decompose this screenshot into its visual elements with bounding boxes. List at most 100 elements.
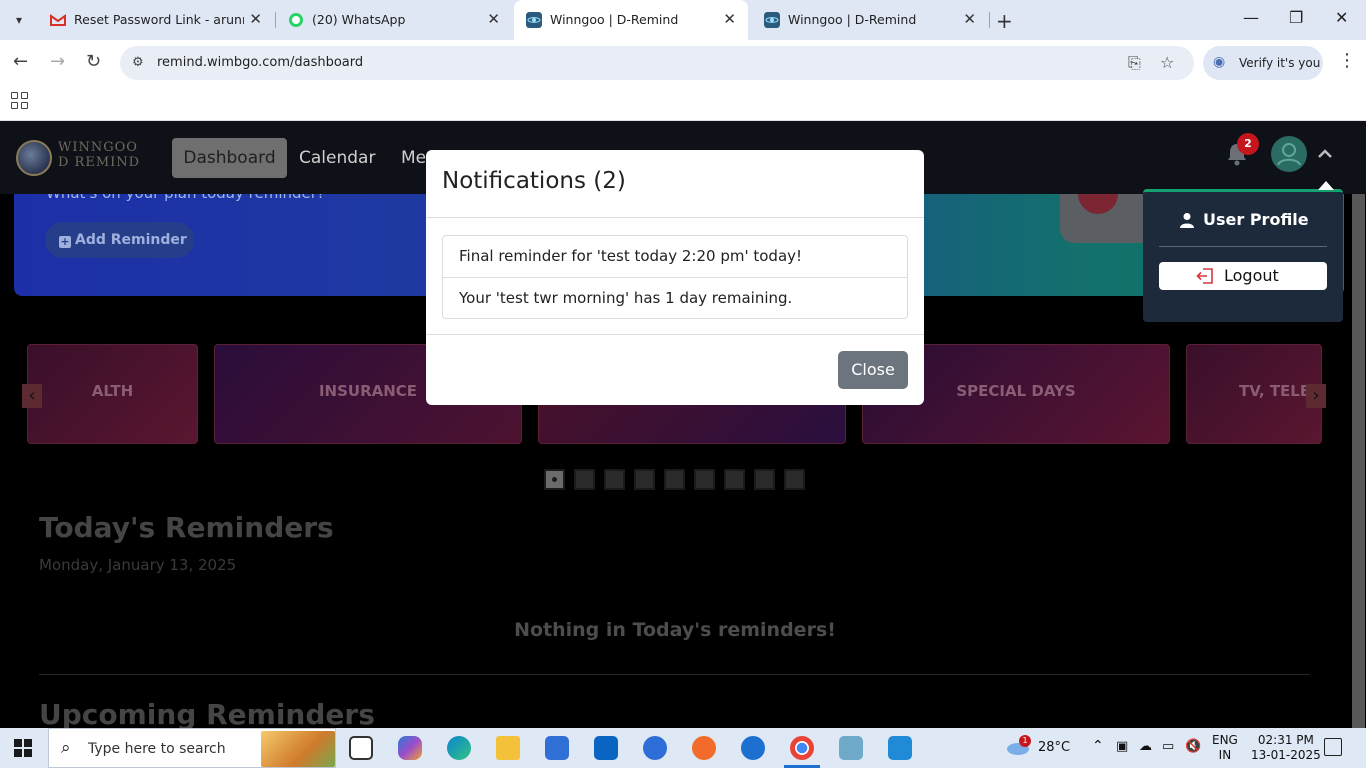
- carousel-dot[interactable]: [574, 469, 595, 490]
- tab-whatsapp[interactable]: (20) WhatsApp ✕: [276, 0, 512, 40]
- apps-grid-icon[interactable]: [11, 92, 28, 109]
- add-reminder-button[interactable]: + Add Reminder: [45, 222, 194, 258]
- forward-arrow-icon[interactable]: →: [50, 51, 65, 72]
- carousel-dot[interactable]: [544, 469, 565, 490]
- clock[interactable]: 02:31 PM 13-01-2025: [1251, 733, 1321, 763]
- todays-reminders-title: Today's Reminders: [39, 511, 334, 544]
- edge-icon[interactable]: [447, 736, 471, 760]
- tab-close-icon[interactable]: ✕: [723, 10, 736, 28]
- meet-icon[interactable]: ▣: [1116, 739, 1128, 754]
- site-info-icon[interactable]: ⚙: [132, 55, 144, 70]
- app-bird-icon[interactable]: [741, 736, 765, 760]
- carousel-next-icon[interactable]: ›: [1306, 384, 1326, 408]
- dropdown-caret: [1318, 181, 1334, 190]
- minimize-icon[interactable]: —: [1243, 8, 1259, 27]
- avatar[interactable]: [1271, 136, 1307, 172]
- tab-title: Reset Password Link - arunraj0: [74, 12, 244, 27]
- todays-date: Monday, January 13, 2025: [39, 556, 237, 574]
- outlook-icon[interactable]: [594, 736, 618, 760]
- notification-item[interactable]: Final reminder for 'test today 2:20 pm' …: [443, 236, 907, 277]
- windows-start-icon[interactable]: [14, 739, 32, 757]
- user-icon: [1180, 213, 1194, 228]
- tab-search-chevron-icon[interactable]: ▾: [6, 8, 32, 32]
- modal-divider: [426, 217, 924, 218]
- url-text[interactable]: remind.wimbgo.com/dashboard: [157, 55, 363, 70]
- carousel-dot[interactable]: [634, 469, 655, 490]
- nav-dashboard[interactable]: Dashboard: [172, 138, 287, 178]
- copilot-icon[interactable]: [398, 736, 422, 760]
- network-icon[interactable]: ▭: [1162, 739, 1174, 754]
- tab-winngoo-active[interactable]: Winngoo | D-Remind ✕: [514, 0, 748, 40]
- react-icon: [526, 12, 542, 28]
- remote-desktop-icon[interactable]: [888, 736, 912, 760]
- weather-temp[interactable]: 28°C: [1038, 740, 1070, 755]
- notepad-icon[interactable]: [839, 736, 863, 760]
- volume-muted-icon[interactable]: 🔇: [1185, 739, 1201, 754]
- reload-icon[interactable]: ↻: [86, 51, 101, 72]
- tab-separator: [989, 12, 990, 28]
- app-a-icon[interactable]: [643, 736, 667, 760]
- react-icon: [764, 12, 780, 28]
- close-button[interactable]: Close: [838, 351, 908, 389]
- chevron-up-icon[interactable]: [1318, 147, 1332, 161]
- lang-line2: IN: [1218, 748, 1232, 762]
- notification-item[interactable]: Your 'test twr morning' has 1 day remain…: [443, 277, 907, 318]
- carousel-prev-icon[interactable]: ‹: [22, 384, 42, 408]
- postman-icon[interactable]: [692, 736, 716, 760]
- clock-time: 02:31 PM: [1257, 733, 1314, 747]
- chrome-icon[interactable]: [784, 736, 820, 768]
- modal-title: Notifications (2): [442, 168, 626, 194]
- windows-taskbar: ⌕ Type here to search 1 28°C ⌃ ▣ ☁ ▭ 🔇 E…: [0, 728, 1366, 768]
- category-card-health[interactable]: ALTH: [27, 344, 198, 444]
- notification-list: Final reminder for 'test today 2:20 pm' …: [442, 235, 908, 319]
- dropdown-divider: [1159, 246, 1327, 247]
- tab-title: Winngoo | D-Remind: [550, 12, 679, 27]
- carousel-dot[interactable]: [754, 469, 775, 490]
- restore-icon[interactable]: ❐: [1289, 8, 1303, 27]
- browser-menu-icon[interactable]: ⋮: [1338, 50, 1356, 71]
- chevron-up-tray-icon[interactable]: ⌃: [1092, 738, 1104, 754]
- close-window-icon[interactable]: ✕: [1335, 8, 1348, 27]
- category-card-tv[interactable]: TV, TELE: [1186, 344, 1322, 444]
- nav-calendar[interactable]: Calendar: [291, 138, 383, 178]
- install-app-icon[interactable]: ⎘: [1128, 53, 1141, 73]
- back-arrow-icon[interactable]: ←: [13, 51, 28, 72]
- language-indicator[interactable]: ENG IN: [1212, 733, 1238, 763]
- tab-close-icon[interactable]: ✕: [963, 10, 976, 28]
- store-icon[interactable]: [545, 736, 569, 760]
- bookmark-star-icon[interactable]: ☆: [1160, 53, 1174, 72]
- address-bar[interactable]: ⚙ remind.wimbgo.com/dashboard ⎘ ☆: [120, 46, 1194, 80]
- scrollbar-thumb[interactable]: [1352, 194, 1365, 728]
- new-tab-plus-icon[interactable]: +: [996, 9, 1013, 33]
- bookmarks-bar: [0, 85, 1366, 121]
- tab-winngoo[interactable]: Winngoo | D-Remind ✕: [752, 0, 988, 40]
- todays-empty-message: Nothing in Today's reminders!: [514, 619, 836, 641]
- cloud-icon[interactable]: ☁: [1139, 739, 1152, 754]
- tab-close-icon[interactable]: ✕: [249, 10, 262, 28]
- search-icon: ⌕: [61, 738, 71, 758]
- carousel-dot[interactable]: [694, 469, 715, 490]
- logout-button[interactable]: Logout: [1159, 262, 1327, 290]
- plus-icon: +: [59, 235, 71, 248]
- browser-toolbar: ← → ↻ ⚙ remind.wimbgo.com/dashboard ⎘ ☆ …: [0, 40, 1366, 85]
- carousel-dot[interactable]: [604, 469, 625, 490]
- tab-gmail[interactable]: Reset Password Link - arunraj0 ✕: [38, 0, 274, 40]
- tab-close-icon[interactable]: ✕: [487, 10, 500, 28]
- action-center-icon[interactable]: [1324, 738, 1342, 756]
- user-profile-label: User Profile: [1203, 210, 1309, 229]
- carousel-dot[interactable]: [724, 469, 745, 490]
- task-view-icon[interactable]: [349, 736, 373, 760]
- gmail-icon: [50, 14, 66, 26]
- verify-identity-button[interactable]: ◉ Verify it's you: [1203, 46, 1323, 80]
- section-divider: [39, 674, 1310, 675]
- file-explorer-icon[interactable]: [496, 736, 520, 760]
- app-logo[interactable]: WINNGOO D REMIND: [58, 140, 140, 170]
- carousel-dot[interactable]: [784, 469, 805, 490]
- user-profile-item[interactable]: User Profile: [1159, 207, 1327, 233]
- taskbar-search[interactable]: ⌕ Type here to search: [48, 728, 336, 768]
- lang-line1: ENG: [1212, 733, 1238, 747]
- user-shield-icon: ◉: [1213, 54, 1226, 70]
- weather-badge: 1: [1019, 735, 1031, 747]
- page-scrollbar[interactable]: [1351, 194, 1366, 728]
- carousel-dot[interactable]: [664, 469, 685, 490]
